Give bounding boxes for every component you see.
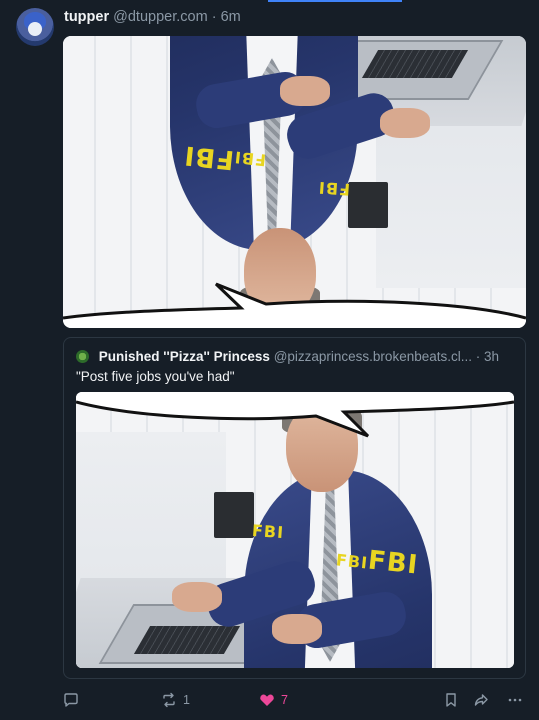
more-button[interactable] [507, 688, 523, 712]
laptop-keyboard [133, 626, 241, 654]
separator: · [211, 9, 217, 25]
quote-text: "Post five jobs you've had" [76, 369, 235, 384]
speech-bubble [76, 392, 514, 438]
heart-icon [260, 694, 274, 706]
quote-time[interactable]: 3h [484, 349, 499, 364]
reply-button[interactable] [63, 688, 79, 712]
background-monitor [348, 182, 388, 228]
flipped-photo: FBI FBI FBI [63, 36, 526, 328]
quote-author-name[interactable]: Punished ''Pizza'' Princess [99, 349, 270, 364]
repost-count: 1 [183, 693, 190, 707]
fbi-chest-text: FBI [335, 550, 369, 573]
repost-icon [163, 692, 175, 708]
separator: · [475, 349, 481, 364]
quote-header: Punished ''Pizza'' Princess @pizzaprince… [76, 348, 499, 365]
like-count: 7 [281, 693, 288, 707]
repost-button[interactable]: 1 [161, 688, 190, 712]
quote-post[interactable]: Punished ''Pizza'' Princess @pizzaprince… [63, 337, 526, 679]
speech-bubble [63, 282, 526, 328]
bookmark-button[interactable] [443, 688, 459, 712]
quote-author-handle[interactable]: @pizzaprincess.brokenbeats.cl... [274, 349, 472, 364]
laptop-keyboard [361, 50, 469, 78]
share-button[interactable] [473, 688, 489, 712]
post-time[interactable]: 6m [221, 9, 241, 25]
fbi-agent-photo: FBI FBI FBI [76, 392, 514, 668]
fbi-sleeve-text: FBI [251, 520, 285, 543]
fbi-text: FBI [366, 545, 420, 581]
fbi-chest-text: FBI [233, 147, 267, 170]
more-icon [508, 698, 522, 702]
post-header: tupper @dtupper.com · 6m [64, 8, 241, 26]
fbi-sleeve-text: FBI [317, 177, 351, 200]
active-tab-indicator [268, 0, 402, 2]
hand-right [280, 76, 330, 106]
share-icon [474, 694, 488, 706]
hand-right [272, 614, 322, 644]
post-image[interactable]: FBI FBI FBI [63, 36, 526, 328]
author-handle[interactable]: @dtupper.com [113, 9, 208, 25]
author-name[interactable]: tupper [64, 9, 109, 25]
like-button[interactable]: 7 [259, 688, 288, 712]
quote-avatar[interactable] [76, 350, 89, 363]
background-monitor [214, 492, 254, 538]
reply-icon [64, 693, 78, 707]
action-bar: 1 7 [63, 688, 526, 712]
bookmark-icon [446, 693, 456, 707]
quote-image[interactable]: FBI FBI FBI [76, 392, 514, 668]
fbi-text: FBI [182, 139, 236, 175]
avatar[interactable] [16, 8, 54, 46]
hand-left [172, 582, 222, 612]
avatar-face [28, 22, 42, 36]
fbi-agent-photo: FBI FBI FBI [63, 36, 526, 328]
hand-left [380, 108, 430, 138]
